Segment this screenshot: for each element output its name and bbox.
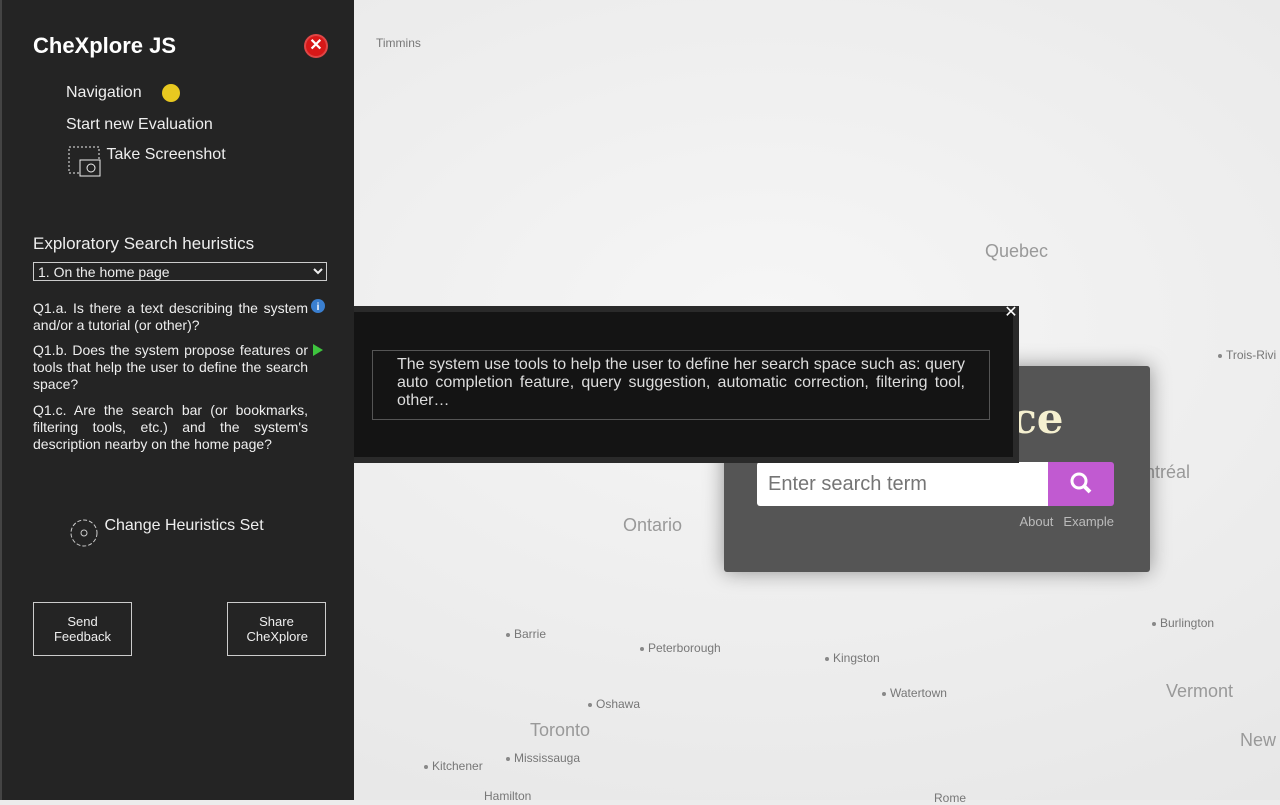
close-icon[interactable]: ✕	[304, 34, 328, 58]
take-screenshot[interactable]: Take Screenshot	[68, 146, 226, 178]
city-label: Kingston	[825, 651, 880, 665]
svg-text:i: i	[317, 302, 320, 313]
region-label: Ontario	[623, 515, 683, 535]
share-label: Share CheXplore	[246, 614, 308, 644]
example-link[interactable]: Example	[1063, 514, 1114, 529]
gear-icon	[70, 519, 98, 547]
city-label: Oshawa	[588, 697, 640, 711]
heuristics-title: Exploratory Search heuristics	[33, 234, 255, 253]
about-link[interactable]: About	[1019, 514, 1053, 529]
navigation-label: Navigation	[66, 84, 142, 102]
send-feedback-button[interactable]: Send Feedback	[33, 602, 132, 656]
hint-text: The system use tools to help the user to…	[372, 350, 990, 420]
heuristics-select[interactable]: 1. On the home page	[33, 262, 327, 281]
search-button[interactable]	[1048, 462, 1114, 506]
city-label: Mississauga	[506, 751, 580, 765]
info-icon[interactable]: i	[311, 299, 325, 313]
region-label: Quebec	[985, 241, 1049, 261]
question-q1c: Q1.c. Are the search bar (or bookmarks, …	[33, 402, 308, 452]
status-dot-icon	[161, 84, 180, 102]
city-label: Rome	[934, 791, 967, 805]
share-button[interactable]: Share CheXplore	[227, 602, 326, 656]
city-label: Burlington	[1152, 616, 1214, 630]
search-icon	[1070, 472, 1092, 494]
region-label: Vermont	[1166, 681, 1234, 701]
screenshot-camera-icon	[68, 146, 101, 177]
close-popup-icon[interactable]: ✕	[1003, 305, 1019, 322]
take-screenshot-label: Take Screenshot	[106, 146, 226, 163]
city-label: Hamilton	[484, 789, 532, 803]
city-label: Timmins	[376, 36, 421, 50]
city-label: Watertown	[882, 686, 947, 700]
heuristic-hint-popup: ✕ The system use tools to help the user …	[354, 305, 1019, 463]
search-input[interactable]	[757, 462, 1048, 506]
region-label: Toronto	[530, 720, 591, 740]
question-q1b: Q1.b. Does the system propose features o…	[33, 342, 308, 392]
city-label: Barrie	[506, 627, 546, 641]
region-label: New	[1240, 730, 1277, 750]
city-label: Kitchener	[424, 759, 483, 773]
play-icon[interactable]	[311, 343, 325, 357]
navigation-item[interactable]: Navigation	[66, 84, 180, 102]
send-feedback-label: Send Feedback	[53, 614, 112, 644]
change-heuristics-set[interactable]: Change Heuristics Set	[68, 517, 264, 549]
question-q1a: Q1.a. Is there a text describing the sys…	[33, 300, 308, 333]
city-label: Peterborough	[640, 641, 721, 655]
start-new-evaluation[interactable]: Start new Evaluation	[66, 116, 213, 134]
change-heuristics-label: Change Heuristics Set	[104, 517, 264, 534]
sidebar: CheXplore JS ✕ Navigation Start new Eval…	[0, 0, 354, 800]
city-label: Trois-Rivi	[1218, 348, 1276, 362]
app-title: CheXplore JS	[33, 33, 177, 58]
